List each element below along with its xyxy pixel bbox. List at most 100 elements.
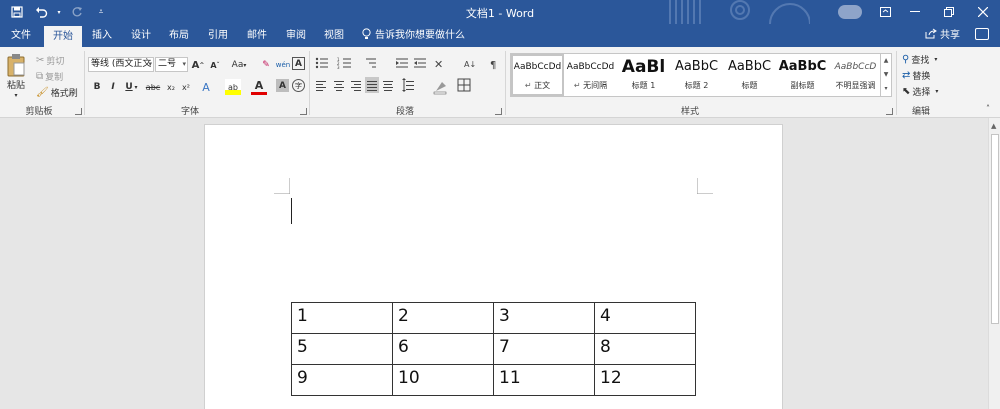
scroll-up-icon[interactable]: ▲ <box>991 122 996 130</box>
tab-layout[interactable]: 布局 <box>162 24 196 47</box>
select-button[interactable]: ⬉ 选择 ▾ <box>902 85 938 99</box>
svg-text:✕: ✕ <box>434 58 443 71</box>
style-title[interactable]: AaBbC 标题 <box>723 54 776 96</box>
more-styles-icon[interactable]: ▾ <box>881 82 891 96</box>
style-heading-1[interactable]: AaBl 标题 1 <box>617 54 670 96</box>
bold-button[interactable]: B <box>89 79 105 95</box>
style-subtitle[interactable]: AaBbC 副标题 <box>776 54 829 96</box>
restore-icon[interactable] <box>932 0 966 24</box>
margin-corner-mark <box>697 178 713 194</box>
comment-icon[interactable] <box>975 28 989 40</box>
account-avatar[interactable] <box>838 5 862 19</box>
table-cell[interactable]: 8 <box>594 333 696 365</box>
highlight-icon[interactable]: ab <box>225 79 241 95</box>
paragraph-tools-icon[interactable]: 123 ✕ A↓ ¶ <box>314 55 504 103</box>
clipboard-launcher-icon[interactable] <box>75 108 82 115</box>
tab-review[interactable]: 审阅 <box>279 24 313 47</box>
chevron-down-icon[interactable]: ▼ <box>881 68 891 82</box>
cut-button[interactable]: ✂ 剪切 <box>36 54 65 68</box>
font-launcher-icon[interactable] <box>300 108 307 115</box>
format-painter-button[interactable]: 🖌 格式刷 <box>36 86 78 100</box>
svg-text:A↓: A↓ <box>464 60 476 69</box>
document-table[interactable]: 1 2 3 4 5 6 7 8 9 10 11 12 <box>291 302 696 396</box>
text-effects-icon[interactable]: A <box>198 79 214 95</box>
close-icon[interactable] <box>966 0 1000 24</box>
styles-gallery: AaBbCcDd ↵ 正文 AaBbCcDd ↵ 无间隔 AaBl 标题 1 A… <box>510 53 881 97</box>
replace-button[interactable]: ⇄ 替换 <box>902 69 931 83</box>
cut-label: 剪切 <box>46 57 65 67</box>
superscript-button[interactable]: x² <box>178 79 194 95</box>
character-border-icon[interactable]: A <box>292 57 305 70</box>
enclose-characters-icon[interactable]: 字 <box>292 79 305 92</box>
shrink-font-button[interactable]: Aˇ <box>207 57 223 73</box>
chevron-down-icon: ▾ <box>182 60 186 68</box>
minimize-icon[interactable] <box>898 0 932 24</box>
select-label: 选择 <box>912 88 931 98</box>
clear-formatting-icon[interactable]: ✎ <box>258 57 274 73</box>
table-cell[interactable]: 1 <box>291 302 393 334</box>
chevron-down-icon: ▾ <box>934 56 938 63</box>
table-row: 1 2 3 4 <box>291 302 696 334</box>
change-case-button[interactable]: Aa ▾ <box>228 57 250 73</box>
style-name: 正文 <box>534 81 551 90</box>
table-cell[interactable]: 6 <box>392 333 494 365</box>
italic-button[interactable]: I <box>105 79 121 95</box>
table-cell[interactable]: 2 <box>392 302 494 334</box>
table-cell[interactable]: 3 <box>493 302 595 334</box>
styles-gallery-scroll[interactable]: ▲ ▼ ▾ <box>881 53 892 97</box>
grow-font-button[interactable]: A ^ <box>190 57 206 73</box>
tell-me-box[interactable]: 告诉我你想要做什么 <box>362 24 465 47</box>
styles-launcher-icon[interactable] <box>886 108 893 115</box>
table-cell[interactable]: 7 <box>493 333 595 365</box>
paste-dropdown-icon[interactable]: ▾ <box>14 92 17 99</box>
tab-mailings[interactable]: 邮件 <box>240 24 274 47</box>
chevron-up-icon[interactable]: ▲ <box>881 54 891 68</box>
font-group-label: 字体 <box>180 107 199 117</box>
paste-button[interactable]: 粘贴 ▾ <box>6 53 26 99</box>
underline-dropdown-icon[interactable]: ▾ <box>132 79 140 95</box>
separator <box>309 51 310 115</box>
style-name: 无间隔 <box>583 81 608 90</box>
copy-button[interactable]: ⧉ 复制 <box>36 70 64 84</box>
table-cell[interactable]: 5 <box>291 333 393 365</box>
style-normal[interactable]: AaBbCcDd ↵ 正文 <box>511 54 564 96</box>
ribbon-display-options-icon[interactable] <box>868 0 902 24</box>
subscript-button[interactable]: x₂ <box>163 79 179 95</box>
lightbulb-icon <box>362 27 371 44</box>
tab-insert[interactable]: 插入 <box>85 24 119 47</box>
table-cell[interactable]: 9 <box>291 364 393 396</box>
replace-label: 替换 <box>912 72 931 82</box>
font-name-combo[interactable]: 等线 (西文正⽂ ▾ <box>88 57 154 72</box>
collapse-ribbon-icon[interactable]: ˄ <box>986 104 990 113</box>
chevron-down-icon: ▾ <box>148 60 152 68</box>
tab-view[interactable]: 视图 <box>317 24 351 47</box>
change-case-icon: Aa <box>231 60 244 70</box>
table-cell[interactable]: 4 <box>594 302 696 334</box>
style-preview: AaBbC <box>778 59 827 74</box>
paragraph-launcher-icon[interactable] <box>495 108 502 115</box>
tab-home[interactable]: 开始 <box>44 26 82 47</box>
copy-label: 复制 <box>45 73 64 83</box>
phonetic-guide-icon[interactable]: wén <box>275 57 291 73</box>
style-subtle-emphasis[interactable]: AaBbCcD 不明显强调 <box>829 54 882 96</box>
character-shading-icon[interactable]: A <box>276 79 289 92</box>
font-size-combo[interactable]: 二号 ▾ <box>155 57 188 72</box>
vertical-scrollbar[interactable]: ▲ <box>988 118 1000 409</box>
paste-icon <box>7 54 25 77</box>
share-button[interactable]: 共享 <box>925 24 960 47</box>
style-heading-2[interactable]: AaBbC 标题 2 <box>670 54 723 96</box>
tab-design[interactable]: 设计 <box>124 24 158 47</box>
tab-file[interactable]: 文件 <box>4 24 38 47</box>
table-cell[interactable]: 11 <box>493 364 595 396</box>
ribbon-home: 粘贴 ▾ ✂ 剪切 ⧉ 复制 🖌 格式刷 剪贴板 等线 (西文正⽂ ▾ 二号 ▾ A ^ A… <box>0 47 1000 118</box>
font-color-icon[interactable]: A <box>251 79 267 95</box>
find-label: 查找 <box>911 56 930 66</box>
scroll-thumb[interactable] <box>991 134 999 324</box>
table-cell[interactable]: 10 <box>392 364 494 396</box>
styles-group-label: 样式 <box>680 107 699 117</box>
table-cell[interactable]: 12 <box>594 364 696 396</box>
tab-references[interactable]: 引用 <box>201 24 235 47</box>
strikethrough-button[interactable]: abc <box>143 79 163 95</box>
find-button[interactable]: ⚲ 查找 ▾ <box>902 53 938 67</box>
style-no-spacing[interactable]: AaBbCcDd ↵ 无间隔 <box>564 54 617 96</box>
